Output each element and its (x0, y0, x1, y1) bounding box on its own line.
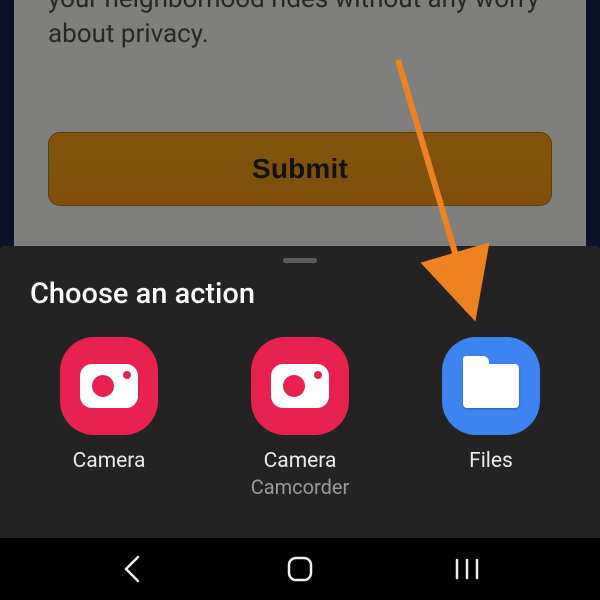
app-label: Camera (73, 449, 146, 473)
apps-row: Camera Camera Camcorder Files (0, 311, 600, 499)
camera-icon (251, 337, 349, 435)
android-navbar (0, 538, 600, 600)
app-label: Files (469, 449, 513, 473)
screen-root: your neighborhood rides without any worr… (0, 0, 600, 600)
nav-home-button[interactable] (280, 549, 320, 589)
folder-icon (442, 337, 540, 435)
sheet-drag-handle[interactable] (283, 258, 317, 263)
camera-icon (60, 337, 158, 435)
sheet-title: Choose an action (0, 277, 600, 311)
app-sublabel: Camcorder (251, 475, 350, 499)
app-item-camera-camcorder[interactable]: Camera Camcorder (225, 337, 375, 499)
app-label: Camera (264, 449, 337, 473)
action-chooser-sheet: Choose an action Camera Camera Camcorder (0, 246, 600, 538)
app-item-camera[interactable]: Camera (34, 337, 184, 499)
nav-recents-button[interactable] (447, 549, 487, 589)
app-item-files[interactable]: Files (416, 337, 566, 499)
nav-back-button[interactable] (113, 549, 153, 589)
